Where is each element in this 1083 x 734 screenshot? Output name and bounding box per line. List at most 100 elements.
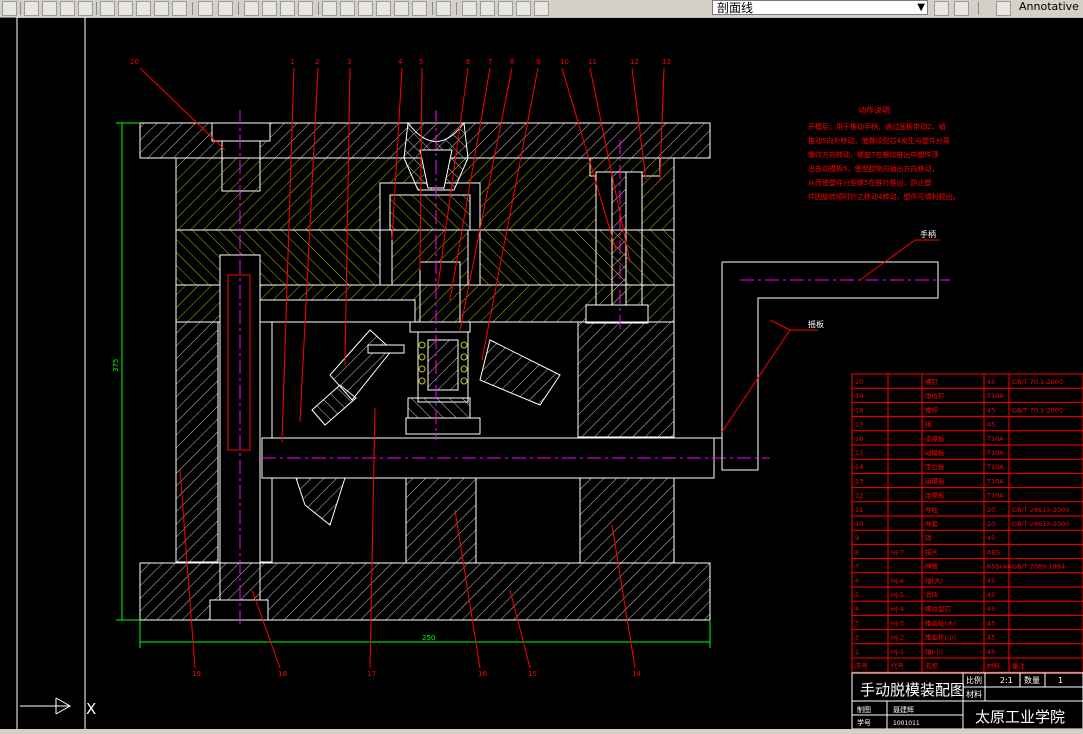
- notes-title: 动作说明: [858, 105, 890, 115]
- publish-icon[interactable]: [60, 1, 75, 16]
- bom-cell: 推杆: [925, 405, 939, 414]
- plot-preview-icon[interactable]: [42, 1, 57, 16]
- balloon-label: 5: [419, 58, 423, 66]
- bom-cell: ABS: [987, 548, 1000, 556]
- print-icon[interactable]: [24, 1, 39, 16]
- bom-cell: HJ-7: [891, 548, 904, 556]
- make-current-layer-icon[interactable]: [934, 1, 949, 16]
- bom-cell: 15: [855, 449, 863, 457]
- bom-header-cell: 备注: [1012, 661, 1026, 670]
- bom-cell: 支撑板: [925, 434, 945, 443]
- bom-cell: 锥齿轮(小): [925, 633, 956, 642]
- layer-on-icon[interactable]: [480, 1, 495, 16]
- bom-cell: 轴(大): [925, 576, 943, 585]
- undo-icon[interactable]: [198, 1, 213, 16]
- balloon-label: 17: [367, 670, 376, 678]
- chevron-down-icon: ▼: [917, 2, 925, 13]
- match-properties-icon[interactable]: [154, 1, 169, 16]
- bom-cell: 45: [987, 378, 995, 386]
- bom-cell: 1: [855, 648, 859, 656]
- ejector-rod: [261, 437, 770, 479]
- scale-label: 比例: [966, 675, 982, 685]
- bom-cell: HJ-6: [891, 577, 904, 585]
- paste-icon[interactable]: [136, 1, 151, 16]
- bom-cell: 导套: [925, 519, 939, 528]
- bom-cell: 20: [987, 520, 995, 528]
- bom-cell: 定模板: [925, 491, 945, 500]
- copy-icon[interactable]: [118, 1, 133, 16]
- qty-label: 数量: [1024, 675, 1040, 685]
- bom-cell: 45: [987, 634, 995, 642]
- sheet-set-icon[interactable]: [376, 1, 391, 16]
- balloon-label: 6: [466, 58, 471, 66]
- redo-icon[interactable]: [218, 1, 233, 16]
- bom-cell: GB/T 28613-2000: [1012, 520, 1069, 528]
- notes-line: 件因旋转顺时针之移动4转动，塑件可顺利脱出。: [808, 192, 959, 201]
- 3d-dwf-icon[interactable]: [78, 1, 93, 16]
- student-label: 学号: [857, 718, 871, 727]
- zoom-previous-icon[interactable]: [298, 1, 313, 16]
- balloon-label: 8: [510, 58, 514, 66]
- bom-header-cell: 材料: [987, 661, 1001, 670]
- bom-cell: 2: [855, 634, 859, 642]
- bom-cell: 销: [925, 533, 932, 542]
- save-icon[interactable]: [2, 1, 17, 16]
- bom-cell: 拨片: [925, 547, 938, 556]
- bom-cell: 导柱: [925, 505, 939, 514]
- tool-palettes-icon[interactable]: [358, 1, 373, 16]
- bom-cell: GB/T 70.1-2000: [1012, 406, 1063, 414]
- block-editor-icon[interactable]: [172, 1, 187, 16]
- balloon-label: 19: [192, 670, 201, 678]
- layer-color-icon[interactable]: [534, 1, 549, 16]
- zoom-realtime-icon[interactable]: [262, 1, 277, 16]
- bom-cell: HJ-4: [891, 605, 904, 613]
- balloon-label: 15: [528, 670, 537, 678]
- balloon-label: 3: [347, 58, 351, 66]
- help-icon[interactable]: [436, 1, 451, 16]
- material-label: 材料: [966, 689, 982, 699]
- drawing-canvas[interactable]: 375 250 20 1 2 3 4 5 6 7 8 9 10 11 12 13…: [0, 17, 1083, 729]
- drawn-value: 聂建辉: [893, 705, 914, 714]
- ucs-icon: [20, 697, 72, 715]
- layer-dropdown-value: 剖面线: [717, 1, 754, 15]
- design-center-icon[interactable]: [340, 1, 355, 16]
- layer-dropdown[interactable]: 剖面线 ▼: [712, 0, 928, 15]
- calculator-icon[interactable]: [412, 1, 427, 16]
- bom-cell: 螺钉: [925, 377, 939, 386]
- bom-cell: 螺纹型芯: [925, 604, 952, 613]
- bom-cell: 6: [855, 577, 859, 585]
- bom-cell: 20: [855, 378, 863, 386]
- toolbar-separator: [20, 2, 21, 15]
- bom-cell: 65Si-VA: [987, 563, 1012, 571]
- bom-table: 20 螺钉 45 GB/T 70.1-200019 限位钉 T10A18 推杆 45 GB/T …: [851, 373, 1083, 673]
- annotation-scale-label[interactable]: Annotative: [1019, 0, 1079, 14]
- bom-cell: 45: [987, 648, 995, 656]
- text-style-icon[interactable]: [996, 1, 1011, 16]
- ucs-x-label: X: [86, 700, 96, 718]
- bom-cell: GB/T 28613-2000: [1012, 506, 1069, 514]
- markup-icon[interactable]: [394, 1, 409, 16]
- toolbar-separator: [318, 2, 319, 15]
- cut-icon[interactable]: [100, 1, 115, 16]
- bom-cell: T10A: [986, 392, 1004, 400]
- balloon-label: 14: [632, 670, 641, 678]
- student-value: 1001011: [893, 720, 920, 727]
- bom-cell: T10A: [986, 449, 1004, 457]
- layer-previous-icon[interactable]: [954, 1, 969, 16]
- properties-icon[interactable]: [322, 1, 337, 16]
- toolbar-separator: [192, 2, 193, 15]
- bom-header-cell: 名称: [925, 661, 939, 670]
- notes-line: 螺纹方向转动，螺旋7在螺纹推出中塑件顶: [808, 150, 938, 159]
- drawn-label: 制图: [857, 705, 871, 714]
- bottom-clamp-plate: [139, 562, 711, 621]
- bom-cell: 16: [855, 435, 863, 443]
- layer-lock-icon[interactable]: [516, 1, 531, 16]
- zoom-window-icon[interactable]: [280, 1, 295, 16]
- layer-freeze-icon[interactable]: [498, 1, 513, 16]
- layout-tabs-bar[interactable]: [0, 729, 1083, 734]
- pan-icon[interactable]: [244, 1, 259, 16]
- notes-line: 开模后，用于推动手柄，通过面板带动2、销: [808, 122, 945, 131]
- balloon-label: 11: [588, 58, 597, 66]
- layer-manager-icon[interactable]: [462, 1, 477, 16]
- balloon-label: 20: [130, 58, 139, 66]
